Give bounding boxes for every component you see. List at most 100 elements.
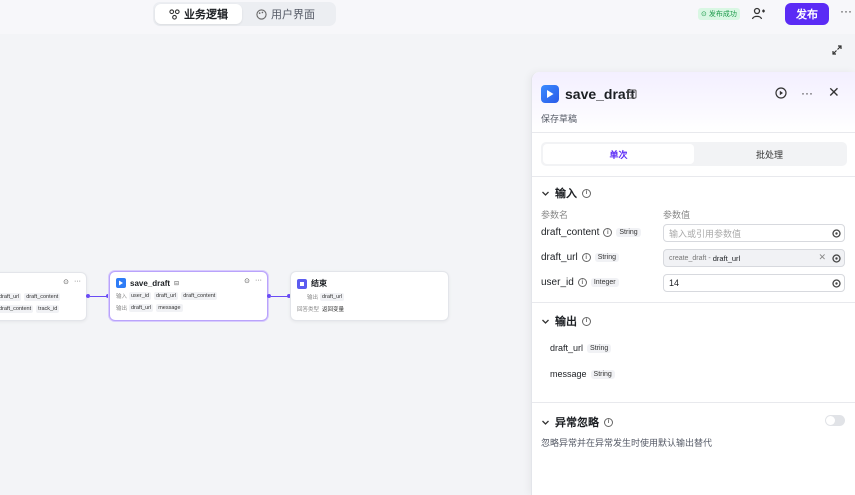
- output-section-header[interactable]: 输出 i: [541, 313, 591, 329]
- output-name: draft_url: [550, 343, 584, 353]
- chevron-down-icon: [542, 420, 549, 425]
- workflow-node-save-draft[interactable]: save_draft ⊟ ⊙ ··· 输入 user_id draft_url …: [109, 271, 268, 321]
- info-icon[interactable]: i: [581, 253, 591, 262]
- param-value-header: 参数值: [663, 210, 691, 220]
- gear-icon[interactable]: [831, 253, 842, 264]
- input-section-title: 输入: [555, 188, 577, 200]
- param-name-header: 参数名: [541, 210, 569, 220]
- plugin-icon: [116, 278, 126, 288]
- output-section-title: 输出: [555, 316, 577, 328]
- node-actions: ⊙ ···: [63, 278, 81, 286]
- panel-more-icon[interactable]: ···: [801, 86, 813, 100]
- draft-url-reference-field[interactable]: create_draft - draft_url ✕: [663, 249, 845, 267]
- tab-business-logic-label: 业务逻辑: [184, 9, 228, 21]
- ignore-exception-toggle[interactable]: [825, 415, 845, 426]
- divider: [532, 302, 855, 303]
- exception-section-title: 异常忽略: [555, 417, 599, 429]
- edge-line: [271, 296, 288, 297]
- output-item-draft-url: draft_url String: [550, 343, 612, 353]
- node-header: 结束: [291, 272, 448, 289]
- view-tabs: 业务逻辑 用户界面: [153, 2, 336, 26]
- plugin-icon: [541, 85, 559, 103]
- ref-arrow: -: [708, 254, 711, 262]
- var-chip: draft_content: [24, 293, 61, 301]
- mode-batch[interactable]: 批处理: [694, 144, 845, 164]
- panel-title: save_draft: [565, 86, 636, 102]
- divider: [532, 132, 855, 133]
- run-node-icon[interactable]: ⊙: [244, 277, 250, 285]
- user-id-input[interactable]: 14: [663, 274, 845, 292]
- param-name: user_id: [541, 277, 574, 288]
- info-icon[interactable]: i: [604, 417, 613, 427]
- node-row: draft_url draft_content: [0, 293, 86, 301]
- var-chip: draft_url: [0, 293, 22, 301]
- node-output-row: 输出 draft_url message: [110, 304, 267, 312]
- node-more-icon[interactable]: ···: [255, 277, 262, 285]
- workflow-icon: [169, 8, 180, 20]
- close-icon[interactable]: ✕: [828, 84, 840, 101]
- node-title: 结束: [311, 279, 327, 288]
- type-tag: Integer: [590, 278, 619, 287]
- gear-icon[interactable]: [831, 228, 842, 239]
- chevron-down-icon: [542, 191, 549, 196]
- param-draft-content: draft_content i String: [541, 227, 641, 238]
- publish-button[interactable]: 发布: [785, 3, 829, 25]
- panel-description: 保存草稿: [541, 114, 578, 124]
- clear-icon[interactable]: ✕: [818, 252, 826, 263]
- tab-user-interface[interactable]: 用户界面: [242, 4, 329, 24]
- param-name: draft_content: [541, 227, 600, 238]
- expand-icon[interactable]: [831, 44, 843, 56]
- ref-field: draft_url: [712, 253, 741, 263]
- output-name: message: [550, 369, 587, 379]
- publish-status-badge: ⊙ 发布成功: [698, 8, 740, 20]
- type-tag: String: [590, 369, 615, 379]
- input-section-header[interactable]: 输入 i: [541, 185, 591, 201]
- palette-icon: [256, 8, 267, 20]
- var-chip: draft_content: [181, 292, 218, 300]
- node-input-row: 输入 user_id draft_url draft_content: [110, 292, 267, 300]
- gear-icon[interactable]: [831, 278, 842, 289]
- param-name: draft_url: [541, 252, 578, 263]
- output-item-message: message String: [550, 369, 615, 379]
- var-chip: draft_url: [129, 304, 154, 312]
- info-icon[interactable]: i: [582, 316, 591, 326]
- type-tag: String: [616, 228, 641, 237]
- tab-user-interface-label: 用户界面: [271, 9, 315, 21]
- panel-header: [532, 72, 855, 132]
- mode-switch: 单次 批处理: [541, 142, 847, 166]
- node-more-icon[interactable]: ···: [74, 278, 81, 286]
- param-user-id: user_id i Integer: [541, 277, 619, 288]
- output-label: 输出: [116, 306, 128, 312]
- workflow-node-end[interactable]: 结束 输出 draft_url 回答类型 返回变量: [290, 271, 449, 321]
- save-icon[interactable]: [627, 89, 637, 99]
- publish-status-text: 发布成功: [708, 11, 737, 18]
- workflow-node-prev[interactable]: ⊙ ··· draft_url draft_content draft_cont…: [0, 272, 87, 321]
- exception-hint: 忽略异常并在异常发生时使用默认输出替代: [541, 438, 713, 448]
- run-icon[interactable]: [775, 87, 787, 99]
- chevron-down-icon: [542, 319, 549, 324]
- type-tag: String: [594, 253, 619, 262]
- mode-single[interactable]: 单次: [543, 144, 694, 164]
- draft-content-placeholder: 输入或引用参数值: [669, 228, 742, 239]
- save-small-icon: ⊟: [174, 280, 180, 287]
- exception-section-header[interactable]: 异常忽略 i: [541, 414, 613, 430]
- run-node-icon[interactable]: ⊙: [63, 278, 69, 286]
- team-icon[interactable]: [751, 6, 767, 22]
- info-icon[interactable]: i: [582, 188, 591, 198]
- top-bar: 业务逻辑 用户界面 ⊙ 发布成功 发布 ···: [0, 0, 855, 34]
- more-menu-icon[interactable]: ···: [840, 4, 852, 18]
- output-label: 输出: [307, 295, 319, 301]
- node-actions: ⊙ ···: [244, 277, 262, 285]
- var-chip: draft_url: [154, 292, 179, 300]
- info-icon[interactable]: i: [577, 278, 587, 287]
- node-row: draft_content track_id: [0, 305, 86, 313]
- tab-business-logic[interactable]: 业务逻辑: [155, 4, 242, 24]
- ref-source: create_draft: [669, 254, 707, 262]
- type-tag: String: [587, 343, 612, 353]
- divider: [532, 176, 855, 177]
- info-icon[interactable]: i: [603, 228, 613, 237]
- var-chip: user_id: [129, 292, 152, 300]
- draft-content-input[interactable]: 输入或引用参数值: [663, 224, 845, 242]
- user-id-value: 14: [669, 278, 680, 288]
- var-chip: draft_url: [320, 293, 345, 301]
